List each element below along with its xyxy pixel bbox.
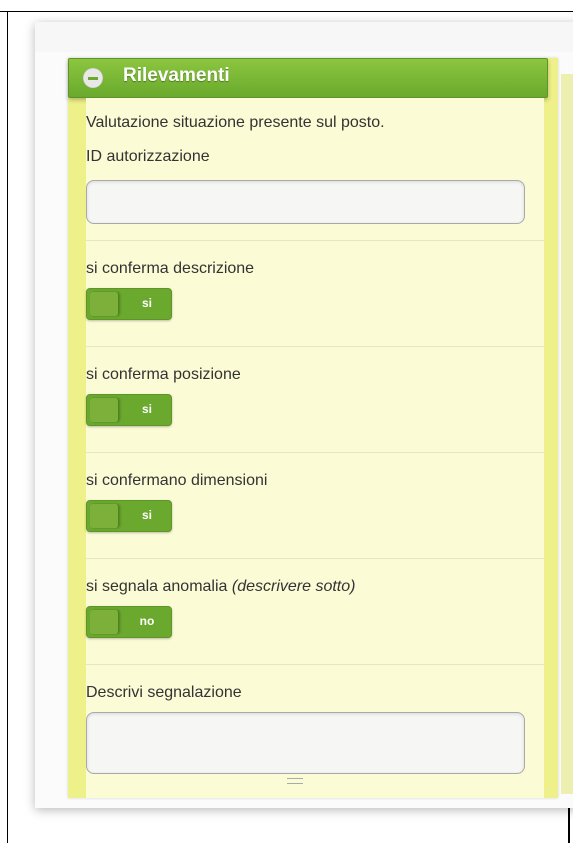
toggle-knob bbox=[90, 610, 119, 634]
panel-body: Valutazione situazione presente sul post… bbox=[86, 98, 544, 798]
scroll-edge bbox=[561, 74, 573, 794]
toggle-knob bbox=[90, 504, 119, 528]
toggle-label: si bbox=[141, 296, 152, 310]
document-frame-left bbox=[7, 11, 8, 843]
confermano-dimensioni-toggle[interactable]: si bbox=[86, 500, 172, 532]
id-autorizzazione-label: ID autorizzazione bbox=[86, 148, 210, 165]
toggle-knob bbox=[90, 292, 119, 316]
divider bbox=[86, 664, 544, 665]
divider bbox=[86, 346, 544, 347]
segnala-anomalia-text: si segnala anomalia bbox=[86, 578, 228, 595]
conferma-posizione-toggle[interactable]: si bbox=[86, 394, 172, 426]
descrivi-segnalazione-label: Descrivi segnalazione bbox=[86, 684, 242, 701]
intro-text: Valutazione situazione presente sul post… bbox=[86, 114, 385, 131]
panel-title: Rilevamenti bbox=[123, 65, 230, 86]
toggle-knob bbox=[90, 398, 119, 422]
app-screenshot: Rilevamenti Valutazione situazione prese… bbox=[35, 22, 573, 808]
resize-grip-icon[interactable] bbox=[287, 778, 303, 784]
rilevamenti-panel: Rilevamenti Valutazione situazione prese… bbox=[68, 58, 558, 798]
toggle-label: si bbox=[141, 508, 152, 522]
divider bbox=[86, 240, 544, 241]
toggle-label: si bbox=[141, 402, 152, 416]
conferma-descrizione-toggle[interactable]: si bbox=[86, 288, 172, 320]
conferma-descrizione-label: si conferma descrizione bbox=[86, 260, 255, 277]
toggle-label: no bbox=[139, 614, 155, 628]
divider bbox=[86, 452, 544, 453]
id-autorizzazione-input[interactable] bbox=[86, 180, 525, 224]
descrivi-segnalazione-textarea[interactable] bbox=[86, 712, 525, 774]
segnala-anomalia-toggle[interactable]: no bbox=[86, 606, 172, 638]
confermano-dimensioni-label: si confermano dimensioni bbox=[86, 472, 268, 489]
collapsible-header[interactable]: Rilevamenti bbox=[68, 58, 548, 98]
collapse-minus-icon[interactable] bbox=[83, 68, 103, 88]
segnala-anomalia-label: si segnala anomalia (descrivere sotto) bbox=[86, 578, 355, 596]
conferma-posizione-label: si conferma posizione bbox=[86, 366, 241, 383]
document-frame-top bbox=[0, 0, 573, 12]
segnala-anomalia-hint: (descrivere sotto) bbox=[231, 578, 356, 595]
divider bbox=[86, 558, 544, 559]
app-top-bar bbox=[35, 22, 573, 52]
